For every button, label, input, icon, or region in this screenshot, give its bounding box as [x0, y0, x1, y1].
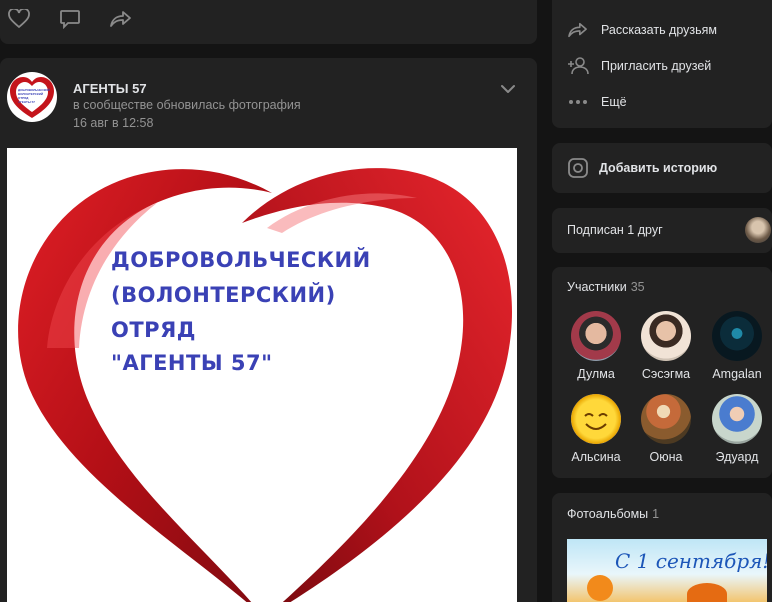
- album-cover-text: С 1 сентября!: [615, 549, 767, 573]
- post-author[interactable]: АГЕНТЫ 57: [73, 81, 147, 96]
- menu-item-invite[interactable]: Пригласить друзей: [552, 54, 772, 78]
- photo-albums-card: Фотоальбомы 1 С 1 сентября!: [552, 493, 772, 602]
- image-text-line: ДОБРОВОЛЬЧЕСКИЙ: [111, 248, 371, 272]
- album-cover-decoration: [587, 575, 613, 601]
- image-text-line: "АГЕНТЫ 57": [111, 351, 273, 375]
- share-icon: [566, 21, 590, 39]
- member-item[interactable]: Эдуард: [702, 394, 772, 464]
- members-title[interactable]: Участники 35: [567, 280, 645, 294]
- menu-item-share[interactable]: Рассказать друзьям: [552, 18, 772, 42]
- member-name: Оюна: [649, 450, 683, 464]
- comment-icon[interactable]: [56, 6, 84, 32]
- members-title-text: Участники: [567, 280, 627, 294]
- albums-title-text: Фотоальбомы: [567, 507, 649, 521]
- instagram-icon: [567, 157, 589, 184]
- menu-item-label: Ещё: [601, 95, 627, 109]
- menu-item-more[interactable]: Ещё: [552, 90, 772, 114]
- member-name: Amgalan: [712, 367, 762, 381]
- member-item[interactable]: Альсина: [561, 394, 631, 464]
- avatar: [712, 311, 762, 361]
- post-photo[interactable]: ДОБРОВОЛЬЧЕСКИЙ (ВОЛОНТЕРСКИЙ) ОТРЯД "АГ…: [7, 148, 517, 602]
- avatar-text-line: АГЕНТЫ 57: [18, 100, 35, 104]
- albums-count: 1: [652, 507, 660, 521]
- chevron-down-icon[interactable]: [498, 82, 518, 96]
- more-dots-icon: [566, 99, 590, 105]
- post-date[interactable]: 16 авг в 12:58: [73, 116, 153, 130]
- subscribed-label: Подписан 1 друг: [567, 223, 663, 237]
- member-item[interactable]: Дулма: [561, 311, 631, 381]
- menu-item-label: Рассказать друзьям: [601, 23, 718, 37]
- members-card: Участники 35 Дулма Сэсэгма Amgalan Альсин…: [552, 267, 772, 478]
- post-action-text: в сообществе обновилась фотография: [73, 98, 301, 112]
- members-count: 35: [630, 280, 645, 294]
- add-story-card[interactable]: Добавить историю: [552, 143, 772, 193]
- avatar: [571, 394, 621, 444]
- heart-graphic: [18, 168, 512, 602]
- friend-avatar[interactable]: [745, 217, 771, 243]
- member-name: Эдуард: [715, 450, 759, 464]
- menu-item-label: Пригласить друзей: [601, 59, 712, 73]
- member-item[interactable]: Amgalan: [702, 311, 772, 381]
- add-story-label: Добавить историю: [599, 161, 718, 175]
- add-person-icon: [566, 56, 590, 76]
- avatar: [571, 311, 621, 361]
- post-actions-bar: [0, 0, 537, 44]
- image-text-line: (ВОЛОНТЕРСКИЙ): [111, 283, 336, 307]
- albums-title[interactable]: Фотоальбомы 1: [567, 507, 659, 521]
- community-avatar[interactable]: ДОБРОВОЛЬЧЕСКИЙ ВОЛОНТЕРСКИЙ ОТРЯД АГЕНТ…: [7, 72, 57, 122]
- wall-post: ДОБРОВОЛЬЧЕСКИЙ ВОЛОНТЕРСКИЙ ОТРЯД АГЕНТ…: [0, 58, 537, 602]
- member-item[interactable]: Оюна: [631, 394, 701, 464]
- member-name: Дулма: [577, 367, 615, 381]
- share-icon[interactable]: [107, 6, 135, 32]
- like-icon[interactable]: [5, 6, 33, 32]
- friends-subscribed-card[interactable]: Подписан 1 друг: [552, 208, 772, 253]
- album-cover[interactable]: С 1 сентября!: [567, 539, 767, 602]
- album-cover-decoration: [687, 583, 727, 602]
- avatar: [641, 394, 691, 444]
- community-actions-card: Рассказать друзьям Пригласить друзей Ещё: [552, 0, 772, 128]
- member-item[interactable]: Сэсэгма: [631, 311, 701, 381]
- avatar: [641, 311, 691, 361]
- image-text-line: ОТРЯД: [111, 318, 196, 342]
- member-name: Альсина: [571, 450, 621, 464]
- avatar: [712, 394, 762, 444]
- member-name: Сэсэгма: [641, 367, 691, 381]
